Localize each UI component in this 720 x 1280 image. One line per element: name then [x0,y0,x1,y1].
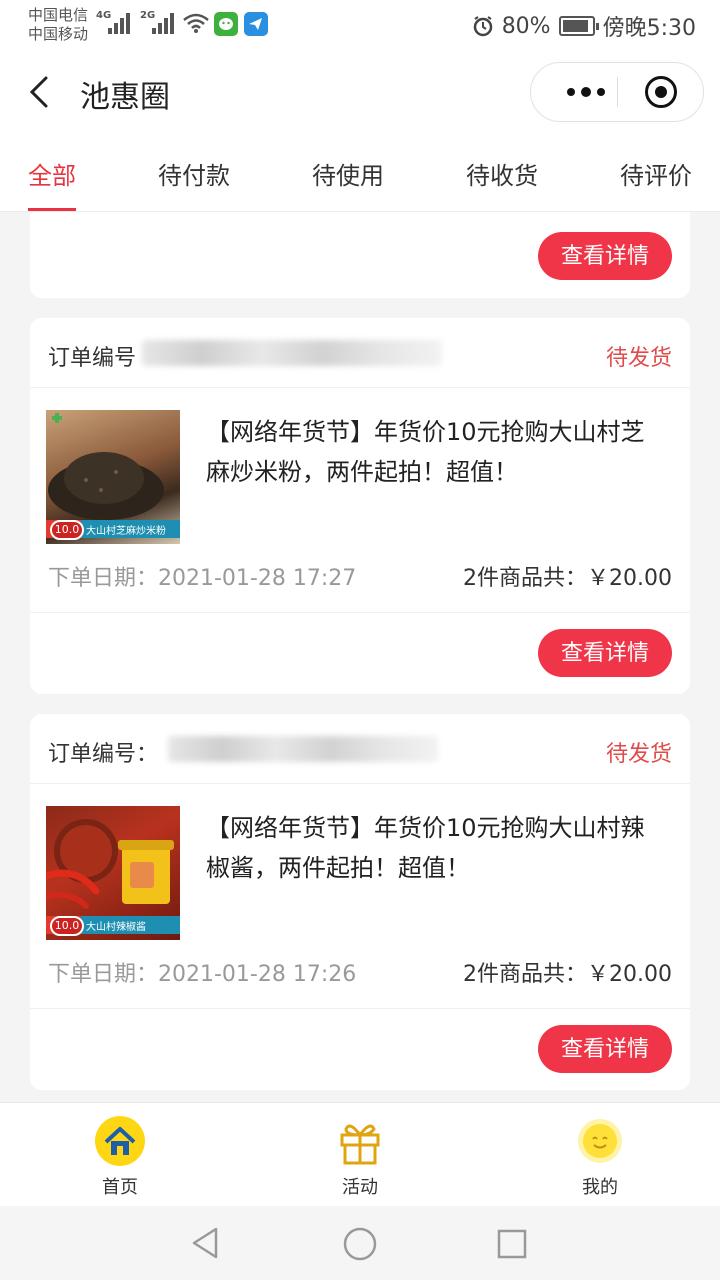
clock: 傍晚5:30 [602,16,696,41]
recents-square-icon[interactable] [496,1228,528,1260]
order-card: 查看详情 [30,212,690,298]
gift-icon [340,1124,380,1165]
miniprogram-capsule [530,62,704,122]
alarm-icon [473,16,492,37]
tab-active-indicator [28,208,76,211]
view-details-button[interactable]: 查看详情 [538,1025,672,1073]
tab-all[interactable]: 全部 [28,156,76,191]
tab-to-review[interactable]: 待评价 [620,156,692,191]
product-title[interactable]: 【网络年货节】年货价10元抢购大山村芝麻炒米粉，两件起拍！超值！ [206,412,666,492]
tabbar-label: 活动 [342,1177,378,1198]
order-number-redacted [168,736,438,762]
order-header: 订单编号 待发货 [30,318,690,388]
order-status: 待发货 [605,346,672,371]
tabbar-label: 首页 [102,1177,138,1198]
back-triangle-icon[interactable] [190,1226,222,1260]
wifi-icon [183,13,209,33]
carrier-2: 中国移动 [28,25,89,43]
back-arrow-icon[interactable] [26,74,56,110]
tabbar-item-mine[interactable]: 我的 [540,1103,660,1207]
tab-pending-payment[interactable]: 待付款 [158,156,230,191]
signal-icon [108,12,134,34]
close-miniprogram-icon[interactable] [645,76,677,108]
order-header: 订单编号： 待发货 [30,714,690,784]
more-menu-icon[interactable] [551,63,621,121]
tabbar-item-home[interactable]: 首页 [60,1103,180,1207]
product-thumbnail[interactable]: 大山村辣椒酱 10.0 [46,806,180,940]
order-footer: 查看详情 [30,1008,690,1090]
order-card: 订单编号 待发货 大山村芝麻炒米粉 10.0 【网络年货节】年货价10元抢购大山… [30,318,690,694]
bottom-tab-bar: 首页 活动 我的 [0,1102,720,1206]
order-total: 2件商品共：￥20.00 [463,566,672,591]
product-thumbnail[interactable]: 大山村芝麻炒米粉 10.0 [46,410,180,544]
order-card: 订单编号： 待发货 大山村辣椒酱 10.0 【网络年货节】年货价10元抢购大山村… [30,714,690,1090]
page-title: 池惠圈 [80,80,170,115]
tabbar-label: 我的 [582,1177,618,1198]
order-tabs: 全部 待付款 待使用 待收货 待评价 [0,136,720,212]
carrier-1: 中国电信 [28,6,89,24]
order-status: 待发货 [605,742,672,767]
order-date: 下单日期：2021-01-28 17:27 [48,566,357,591]
tabbar-item-activity[interactable]: 活动 [300,1103,420,1207]
tab-to-receive[interactable]: 待收货 [466,156,538,191]
order-total: 2件商品共：￥20.00 [463,962,672,987]
view-details-button[interactable]: 查看详情 [538,629,672,677]
capsule-divider [617,77,618,107]
tab-to-use[interactable]: 待使用 [312,156,384,191]
nav-header: 池惠圈 [0,50,720,136]
order-number-label: 订单编号： [48,742,159,767]
order-footer: 查看详情 [30,612,690,694]
price-badge: 10.0 [50,916,84,936]
carrier-info: 中国电信 中国移动 [28,6,88,44]
status-bar: 中国电信 中国移动 4G 2G 80% 傍晚5:30 [0,0,720,50]
price-badge: 10.0 [50,520,84,540]
battery-percent: 80% [501,13,551,39]
order-number-redacted [142,340,442,366]
home-circle-icon[interactable] [342,1226,378,1262]
status-right: 80% 傍晚5:30 [472,10,696,42]
wechat-notification-icon [214,12,238,36]
home-icon [95,1116,145,1166]
order-number-label: 订单编号 [48,346,137,371]
order-date: 下单日期：2021-01-28 17:26 [48,962,357,987]
battery-icon [558,16,599,36]
system-navigation-bar [0,1206,720,1280]
sun-face-icon [578,1119,622,1163]
app-notification-icon [244,12,268,36]
view-details-button[interactable]: 查看详情 [538,232,672,280]
signal-icon [152,12,178,34]
product-title[interactable]: 【网络年货节】年货价10元抢购大山村辣椒酱，两件起拍！超值！ [206,808,666,888]
